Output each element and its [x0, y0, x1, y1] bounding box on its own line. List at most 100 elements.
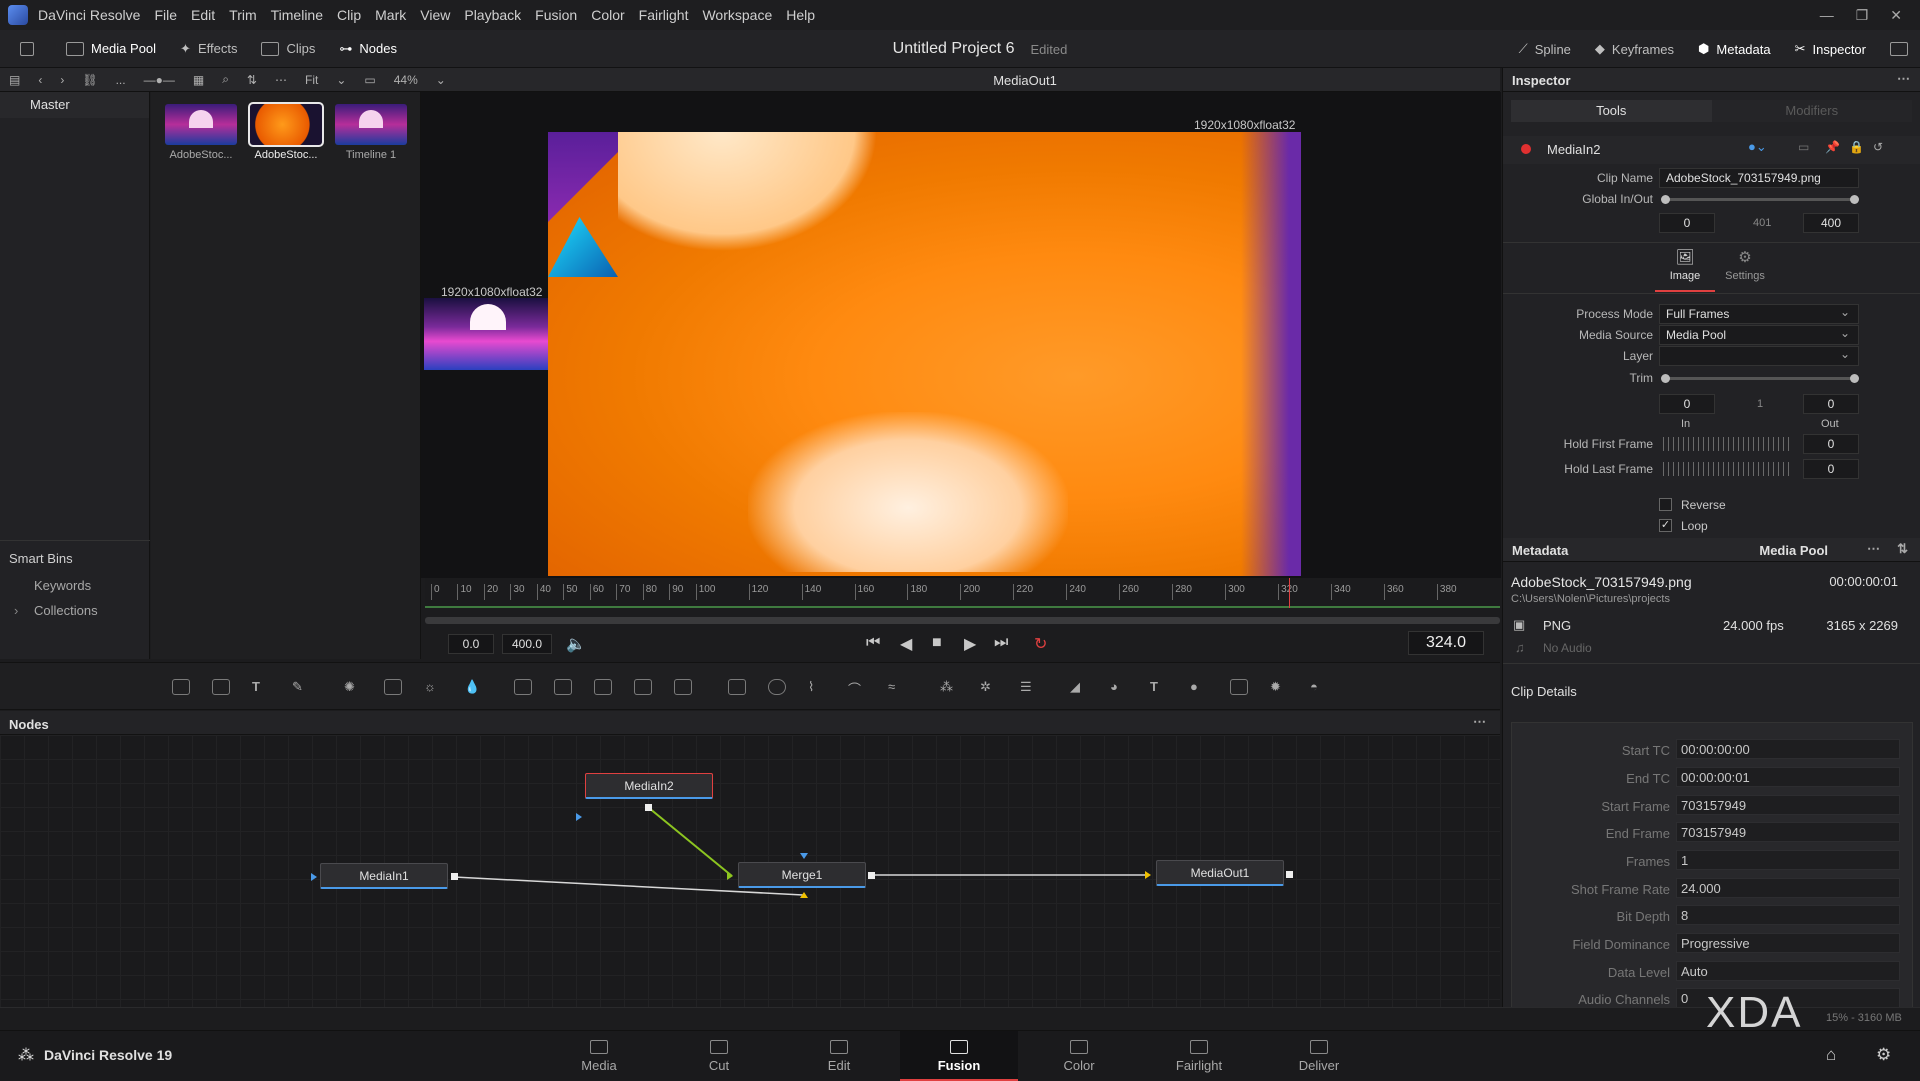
clips-button[interactable]: Clips [249, 30, 327, 68]
metadata-button[interactable]: ⬢ Metadata [1686, 30, 1783, 68]
clip-thumbnail[interactable]: AdobeStoc... [165, 104, 237, 161]
tab-modifiers[interactable]: Modifiers [1711, 100, 1912, 122]
trim-out-field[interactable]: 0 [1803, 394, 1859, 414]
bin-view-icon[interactable]: ▤ [9, 73, 20, 87]
hold-last-field[interactable]: 0 [1803, 459, 1859, 479]
light3d-icon[interactable]: ✹ [1270, 679, 1288, 695]
brightness-tool-icon[interactable]: ☼ [424, 679, 442, 695]
size-slider-icon[interactable]: —●— [144, 73, 175, 87]
matte-tool-icon[interactable] [594, 679, 612, 695]
clip-thumbnail-selected[interactable]: AdobeStoc... [248, 102, 324, 161]
page-deliver[interactable]: Deliver [1260, 1031, 1378, 1081]
merge-tool-icon[interactable] [514, 679, 532, 695]
clip-name-field[interactable]: AdobeStock_703157949.png [1659, 168, 1859, 188]
detail-value[interactable]: 703157949 [1676, 795, 1900, 815]
more-label[interactable]: ... [116, 73, 126, 87]
blur-tool-icon[interactable]: 💧 [464, 679, 482, 695]
text-tool-icon[interactable]: T [252, 679, 270, 695]
viewer-image[interactable] [548, 132, 1301, 576]
reverse-checkbox[interactable] [1659, 498, 1672, 511]
smart-bin-collections[interactable]: Collections [0, 593, 150, 618]
disable-icon[interactable]: ▭ [1798, 140, 1809, 154]
page-fairlight[interactable]: Fairlight [1140, 1031, 1258, 1081]
media-pool-button[interactable]: Media Pool [54, 30, 168, 68]
global-out-field[interactable]: 400 [1803, 213, 1859, 233]
close-icon[interactable]: ✕ [1890, 7, 1902, 24]
step-back-icon[interactable]: ◀ [900, 634, 912, 654]
node-editor[interactable]: MediaIn2 MediaIn1 Merge1 MediaOut1 [0, 735, 1500, 1007]
polygon-mask-icon[interactable]: ⌇ [808, 679, 826, 695]
timeline-thumbnail[interactable]: Timeline 1 [335, 104, 407, 161]
renderer3d-icon[interactable] [1230, 679, 1248, 695]
page-cut[interactable]: Cut [660, 1031, 778, 1081]
image-plane-icon[interactable]: ◓ [1310, 679, 1328, 695]
nodes-button[interactable]: ⊶ Nodes [327, 30, 409, 68]
crop-tool-icon[interactable] [674, 679, 692, 695]
layer-dropdown[interactable] [1659, 345, 1859, 366]
page-fusion[interactable]: Fusion [900, 1031, 1018, 1081]
go-to-end-icon[interactable]: ⏭ [994, 634, 1008, 652]
inspector-button[interactable]: ✂ Inspector [1783, 30, 1878, 68]
page-color[interactable]: Color [1020, 1031, 1138, 1081]
bin-master[interactable]: Master [0, 92, 149, 118]
hold-first-slider[interactable] [1663, 437, 1793, 451]
node-merge1[interactable]: Merge1 [738, 862, 866, 888]
detail-value[interactable]: Progressive [1676, 933, 1900, 953]
particles-tool-icon[interactable]: ✺ [344, 679, 362, 695]
shape3d-icon[interactable]: ◢ [1070, 679, 1088, 695]
node-mediain1[interactable]: MediaIn1 [320, 863, 448, 889]
menu-fairlight[interactable]: Fairlight [639, 7, 689, 23]
channel-tool-icon[interactable] [554, 679, 572, 695]
metadata-options-icon[interactable]: ⋯ [1867, 541, 1880, 557]
options-icon[interactable]: ⋯ [275, 73, 287, 87]
loop-icon[interactable]: ↻ [1034, 634, 1047, 654]
detail-value[interactable]: 00:00:00:00 [1676, 739, 1900, 759]
hold-last-slider[interactable] [1663, 462, 1793, 476]
particle-render-icon[interactable]: ✲ [980, 679, 998, 695]
out-time-field[interactable]: 400.0 [502, 634, 552, 654]
detail-value[interactable]: Auto [1676, 961, 1900, 981]
page-media[interactable]: Media [540, 1031, 658, 1081]
sort-icon[interactable]: ⇅ [247, 73, 257, 87]
process-mode-dropdown[interactable]: Full Frames [1659, 303, 1859, 324]
output-port-icon[interactable] [868, 872, 875, 879]
version-dot-icon[interactable]: ●⌄ [1748, 139, 1767, 155]
ellipse-mask-icon[interactable] [768, 679, 786, 695]
pin-icon[interactable]: 📌 [1825, 140, 1840, 154]
tab-tools[interactable]: Tools [1511, 100, 1712, 122]
back-icon[interactable]: ‹ [38, 73, 42, 87]
menu-trim[interactable]: Trim [229, 7, 256, 23]
menu-view[interactable]: View [420, 7, 450, 23]
node-mediain2[interactable]: MediaIn2 [585, 773, 713, 799]
play-icon[interactable]: ▶ [964, 634, 976, 654]
page-edit[interactable]: Edit [780, 1031, 898, 1081]
media-source-dropdown[interactable]: Media Pool [1659, 324, 1859, 345]
keyframes-button[interactable]: ◆ Keyframes [1583, 30, 1686, 68]
stop-icon[interactable]: ■ [932, 634, 942, 652]
lock-icon[interactable]: 🔒 [1849, 140, 1864, 154]
smart-bin-keywords[interactable]: Keywords [0, 566, 150, 593]
layout-button[interactable] [1878, 30, 1920, 68]
detail-value[interactable]: 8 [1676, 905, 1900, 925]
loop-checkbox[interactable]: ✓ [1659, 519, 1672, 532]
output-port-icon[interactable] [1286, 871, 1293, 878]
menu-edit[interactable]: Edit [191, 7, 215, 23]
global-inout-slider[interactable] [1661, 195, 1859, 204]
detail-value[interactable]: 703157949 [1676, 822, 1900, 842]
chevron-down-icon[interactable]: ⌄ [436, 73, 446, 87]
text3d-icon[interactable]: T [1150, 679, 1168, 695]
trim-slider[interactable] [1661, 374, 1859, 383]
playhead[interactable] [1288, 578, 1290, 608]
home-icon[interactable]: ⌂ [1826, 1045, 1836, 1065]
sort-icon[interactable]: ⇅ [1897, 541, 1908, 557]
aspect-icon[interactable]: ▭ [364, 73, 375, 87]
menu-playback[interactable]: Playback [464, 7, 521, 23]
volume-icon[interactable]: 🔈 [566, 634, 586, 654]
curves-tool-icon[interactable] [384, 679, 402, 695]
menu-clip[interactable]: Clip [337, 7, 361, 23]
spline-button[interactable]: ⟋ Spline [1507, 30, 1583, 68]
tool-color-dot-icon[interactable] [1521, 144, 1531, 154]
detail-value[interactable]: 24.000 [1676, 878, 1900, 898]
minimize-icon[interactable]: — [1820, 7, 1834, 24]
menu-fusion[interactable]: Fusion [535, 7, 577, 23]
